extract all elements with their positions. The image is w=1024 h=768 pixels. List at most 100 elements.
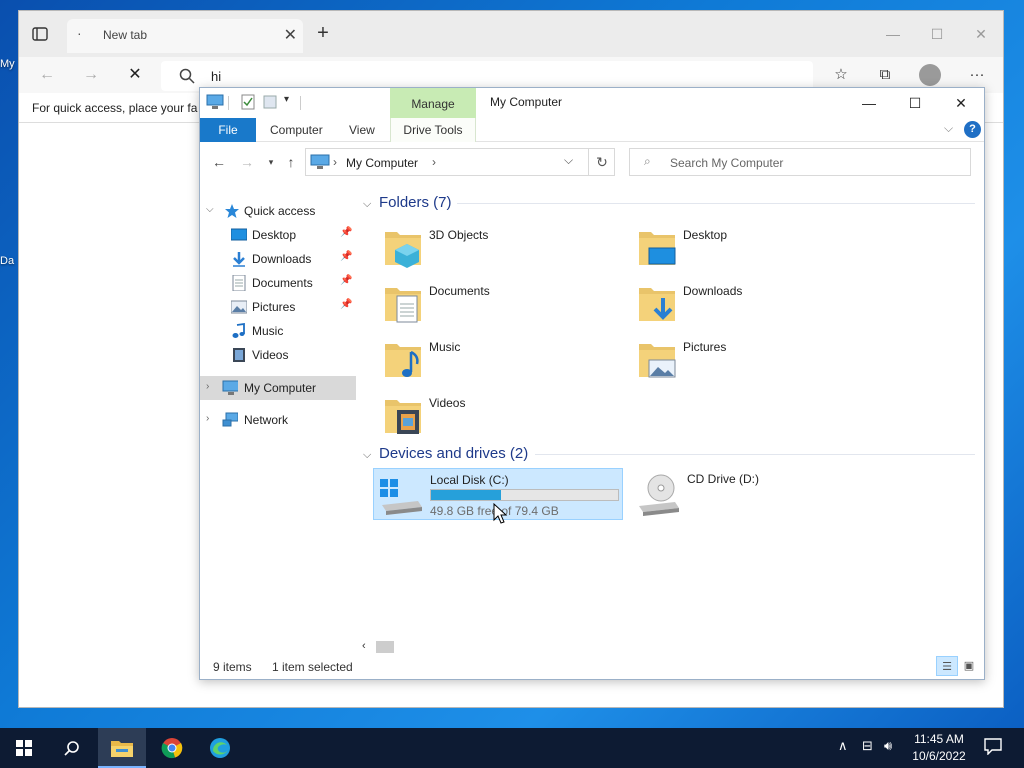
show-hidden-icons[interactable]: ∧ <box>838 738 848 754</box>
collapse-icon[interactable]: ⌵ <box>363 198 379 211</box>
folder-music[interactable]: Music <box>383 334 633 386</box>
computer-icon[interactable] <box>206 94 224 112</box>
desktop-folder-icon <box>639 232 676 265</box>
collapse-icon[interactable]: ⌵ <box>363 449 379 462</box>
start-button[interactable] <box>0 728 48 768</box>
expand-icon[interactable]: › <box>206 413 209 424</box>
close-button[interactable]: ✕ <box>938 92 984 114</box>
edge-icon <box>210 738 230 758</box>
drive-cd-d[interactable]: CD Drive (D:) <box>631 468 831 520</box>
drive-label: Local Disk (C:) <box>430 473 509 487</box>
nav-pictures[interactable]: Pictures 📌 <box>200 295 356 319</box>
desktop-icon-label[interactable]: Da <box>0 255 14 267</box>
nav-label: Documents <box>252 276 313 290</box>
nav-label: Videos <box>252 348 289 362</box>
folder-desktop[interactable]: Desktop <box>637 222 887 274</box>
documents-folder-icon <box>385 288 421 323</box>
search-button[interactable] <box>48 728 96 768</box>
tab-file[interactable]: File <box>200 118 256 142</box>
volume-icon[interactable]: 🔊︎ <box>884 738 892 754</box>
expand-ribbon-icon[interactable]: ⌵ <box>944 121 953 136</box>
maximize-button[interactable]: ☐ <box>915 21 959 47</box>
minimize-button[interactable]: — <box>871 21 915 47</box>
address-input[interactable]: hi <box>211 69 221 84</box>
search-icon <box>179 68 195 84</box>
profile-avatar[interactable] <box>919 64 941 86</box>
tab-new-tab[interactable]: · New tab ✕ <box>67 19 303 53</box>
collapse-icon[interactable]: ⌵ <box>206 204 214 215</box>
manage-contextual-tab[interactable]: Manage <box>390 88 476 118</box>
group-title: Folders (7) <box>379 194 452 211</box>
taskbar-chrome[interactable] <box>148 728 196 768</box>
network-tray-icon[interactable]: ⊟ <box>862 738 873 754</box>
large-icons-view-icon[interactable]: ▣ <box>958 656 980 676</box>
collections-icon[interactable]: ⧉ <box>871 63 899 87</box>
nav-label: Network <box>244 413 289 427</box>
nav-my-computer[interactable]: › My Computer <box>200 376 356 400</box>
nav-label: Pictures <box>252 300 296 314</box>
refresh-icon[interactable]: ↻ <box>588 149 615 175</box>
mouse-cursor-icon <box>493 503 508 524</box>
qat-customize-icon[interactable]: ▾ <box>284 94 289 105</box>
tab-drive-tools[interactable]: Drive Tools <box>390 118 476 142</box>
favorites-icon[interactable]: ☆ <box>827 63 855 87</box>
taskbar-file-explorer[interactable] <box>98 728 146 768</box>
nav-documents[interactable]: Documents 📌 <box>200 271 356 295</box>
ribbon-tabs: File Computer View Drive Tools ⌵ ? <box>200 118 984 142</box>
nav-music[interactable]: Music <box>200 319 356 343</box>
tab-computer[interactable]: Computer <box>270 123 323 137</box>
nav-videos[interactable]: Videos <box>200 343 356 367</box>
up-icon[interactable]: ↑ <box>280 152 302 172</box>
drive-usage-bar <box>430 489 619 501</box>
properties-icon[interactable] <box>240 94 256 112</box>
tab-actions-icon[interactable] <box>31 25 49 43</box>
pin-icon[interactable]: 📌 <box>340 251 352 262</box>
group-header-devices[interactable]: ⌵ Devices and drives (2) <box>363 445 528 462</box>
pin-icon[interactable]: 📌 <box>340 275 352 286</box>
clock[interactable]: 11:45 AM 10/6/2022 <box>904 731 974 765</box>
notifications-icon[interactable] <box>984 737 1002 755</box>
address-row: ← → ▾ ↑ › My Computer › ⌵ ↻ ⌕ Search My … <box>200 144 984 180</box>
nav-quick-access[interactable]: ⌵ Quick access <box>200 199 356 223</box>
nav-desktop[interactable]: Desktop 📌 <box>200 223 356 247</box>
new-folder-icon[interactable] <box>262 94 278 112</box>
taskbar-edge[interactable] <box>196 728 244 768</box>
search-box[interactable]: ⌕ Search My Computer <box>629 148 971 176</box>
pin-icon[interactable]: 📌 <box>340 227 352 238</box>
nav-downloads[interactable]: Downloads 📌 <box>200 247 356 271</box>
minimize-button[interactable]: — <box>846 92 892 114</box>
computer-icon <box>310 154 330 169</box>
close-tab-icon[interactable]: ✕ <box>284 25 297 45</box>
details-view-icon[interactable]: ☰ <box>936 656 958 676</box>
folder-pictures[interactable]: Pictures <box>637 334 887 386</box>
nav-network[interactable]: › Network <box>200 408 356 432</box>
back-icon[interactable]: ← <box>208 152 230 172</box>
stop-button[interactable]: ✕ <box>121 63 149 87</box>
more-options-icon[interactable]: ··· <box>963 63 991 87</box>
qat-divider <box>228 96 229 110</box>
scroll-left-icon[interactable]: ‹ <box>362 640 366 652</box>
breadcrumb-separator[interactable]: › <box>333 155 337 169</box>
back-button[interactable]: ← <box>33 63 61 87</box>
recent-locations-icon[interactable]: ▾ <box>260 152 282 172</box>
forward-icon[interactable]: → <box>236 152 258 172</box>
maximize-button[interactable]: ☐ <box>892 92 938 114</box>
new-tab-button[interactable]: + <box>311 22 335 46</box>
close-button[interactable]: ✕ <box>959 21 1003 47</box>
group-header-folders[interactable]: ⌵ Folders (7) <box>363 194 452 211</box>
folder-3d-objects[interactable]: 3D Objects <box>383 222 633 274</box>
folder-videos[interactable]: Videos <box>383 390 633 442</box>
address-dropdown-icon[interactable]: ⌵ <box>564 153 573 168</box>
help-icon[interactable]: ? <box>964 121 981 138</box>
pin-icon[interactable]: 📌 <box>340 299 352 310</box>
forward-button[interactable]: → <box>77 63 105 87</box>
tab-view[interactable]: View <box>349 123 375 137</box>
expand-icon[interactable]: › <box>206 381 209 392</box>
breadcrumb-my-computer[interactable]: My Computer <box>346 156 418 170</box>
desktop-icon-label[interactable]: My <box>0 58 15 70</box>
breadcrumb-separator[interactable]: › <box>432 155 436 169</box>
address-bar[interactable]: › My Computer › ⌵ ↻ <box>305 148 615 176</box>
content-pane: ⌵ Folders (7) 3D Objects Desktop Document… <box>363 188 983 648</box>
folder-documents[interactable]: Documents <box>383 278 633 330</box>
folder-downloads[interactable]: Downloads <box>637 278 887 330</box>
